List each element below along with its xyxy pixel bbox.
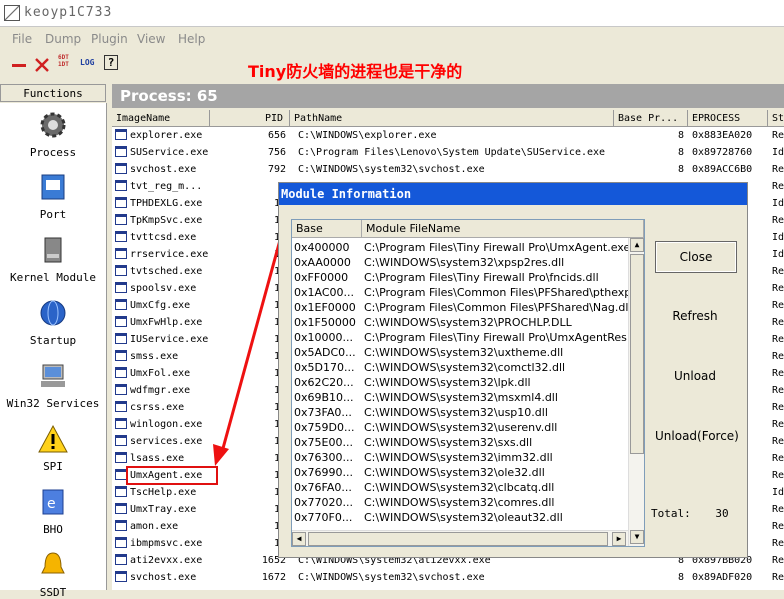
cell-module-filename: C:\WINDOWS\system32\clbcatq.dll	[364, 481, 555, 494]
cell-module-filename: C:\WINDOWS\system32\oleaut32.dll	[364, 511, 563, 524]
scroll-up-icon[interactable]: ▲	[630, 238, 644, 252]
cell-module-filename: C:\WINDOWS\system32\uxtheme.dll	[364, 346, 564, 359]
list-item[interactable]: 0x770F0... C:\WINDOWS\system32\oleaut32.d…	[292, 510, 628, 525]
cell-module-filename: C:\WINDOWS\system32\xpsp2res.dll	[364, 256, 565, 269]
cell-module-filename: C:\WINDOWS\system32\lpk.dll	[364, 376, 531, 389]
list-item[interactable]: 0x1AC00... C:\Program Files\Common Files\…	[292, 285, 628, 300]
list-item[interactable]: 0x1F50000 C:\WINDOWS\system32\PROCHLP.DLL	[292, 315, 628, 330]
cell-base: 0x400000	[294, 241, 350, 254]
dialog-title: Module Information	[279, 183, 747, 205]
list-item[interactable]: 0x400000 C:\Program Files\Tiny Firewall P…	[292, 240, 628, 255]
cell-module-filename: C:\Program Files\Common Files\PFShared\N…	[364, 301, 628, 314]
cell-module-filename: C:\Program Files\Common Files\PFShared\p…	[364, 286, 628, 299]
cell-base: 0x76990...	[294, 466, 353, 479]
cell-module-filename: C:\WINDOWS\system32\sxs.dll	[364, 436, 533, 449]
list-item[interactable]: 0x62C20... C:\WINDOWS\system32\lpk.dll	[292, 375, 628, 390]
vertical-scrollbar[interactable]: ▲ ▼	[628, 238, 644, 546]
cell-base: 0x759D0...	[294, 421, 355, 434]
cell-base: 0x76FA0...	[294, 481, 352, 494]
scroll-thumb[interactable]	[630, 254, 644, 454]
col-base[interactable]: Base	[292, 220, 362, 238]
close-button[interactable]: Close	[655, 241, 737, 273]
cell-module-filename: C:\WINDOWS\system32\usp10.dll	[364, 406, 548, 419]
cell-base: 0x1F50000	[294, 316, 356, 329]
cell-base: 0x69B10...	[294, 391, 354, 404]
list-item[interactable]: 0x69B10... C:\WINDOWS\system32\msxml4.dll	[292, 390, 628, 405]
list-item[interactable]: 0x76FA0... C:\WINDOWS\system32\clbcatq.dl…	[292, 480, 628, 495]
cell-base: 0x5ADC0...	[294, 346, 356, 359]
cell-base: 0x1AC00...	[294, 286, 355, 299]
refresh-button[interactable]: Refresh	[655, 301, 735, 331]
list-item[interactable]: 0x1EF0000 C:\Program Files\Common Files\P…	[292, 300, 628, 315]
list-item[interactable]: 0x5ADC0... C:\WINDOWS\system32\uxtheme.dl…	[292, 345, 628, 360]
cell-base: 0x770F0...	[294, 511, 353, 524]
unload-button[interactable]: Unload	[655, 361, 735, 391]
module-information-dialog: Module Information Base Module FileName …	[278, 182, 748, 558]
scroll-down-icon[interactable]: ▼	[630, 530, 644, 544]
module-list: Base Module FileName 0x400000 C:\Program …	[291, 219, 645, 547]
cell-base: 0x77020...	[294, 496, 353, 509]
cell-base: 0x1EF0000	[294, 301, 356, 314]
list-item[interactable]: 0x75E00... C:\WINDOWS\system32\sxs.dll	[292, 435, 628, 450]
cell-base: 0x73FA0...	[294, 406, 352, 419]
cell-base: 0xAA0000	[294, 256, 351, 269]
scroll-right-icon[interactable]: ▶	[612, 532, 626, 546]
list-item[interactable]: 0xFF0000 C:\Program Files\Tiny Firewall P…	[292, 270, 628, 285]
horizontal-scrollbar[interactable]: ◀ ▶	[292, 530, 628, 546]
cell-module-filename: C:\Program Files\Tiny Firewall Pro\UmxAg…	[364, 241, 628, 254]
list-item[interactable]: 0x10000... C:\Program Files\Tiny Firewall…	[292, 330, 628, 345]
list-item[interactable]: 0x76300... C:\WINDOWS\system32\imm32.dll	[292, 450, 628, 465]
cell-base: 0x10000...	[294, 331, 353, 344]
cell-module-filename: C:\WINDOWS\system32\PROCHLP.DLL	[364, 316, 572, 329]
cell-module-filename: C:\WINDOWS\system32\userenv.dll	[364, 421, 558, 434]
cell-module-filename: C:\WINDOWS\system32\ole32.dll	[364, 466, 545, 479]
cell-module-filename: C:\Program Files\Tiny Firewall Pro\UmxAg…	[364, 331, 627, 344]
unload-force-button[interactable]: Unload(Force)	[655, 421, 739, 451]
total-value: 30	[715, 507, 729, 520]
cell-base: 0x62C20...	[294, 376, 354, 389]
scroll-left-icon[interactable]: ◀	[292, 532, 306, 546]
cell-module-filename: C:\WINDOWS\system32\imm32.dll	[364, 451, 553, 464]
total-label: Total:	[651, 507, 691, 520]
list-item[interactable]: 0x77020... C:\WINDOWS\system32\comres.dll	[292, 495, 628, 510]
cell-module-filename: C:\Program Files\Tiny Firewall Pro\fncid…	[364, 271, 599, 284]
list-item[interactable]: 0x759D0... C:\WINDOWS\system32\userenv.dl…	[292, 420, 628, 435]
cell-module-filename: C:\WINDOWS\system32\msxml4.dll	[364, 391, 558, 404]
cell-base: 0x76300...	[294, 451, 353, 464]
cell-module-filename: C:\WINDOWS\system32\comres.dll	[364, 496, 555, 509]
list-item[interactable]: 0x76990... C:\WINDOWS\system32\ole32.dll	[292, 465, 628, 480]
module-list-header: Base Module FileName	[292, 220, 644, 238]
list-item[interactable]: 0x73FA0... C:\WINDOWS\system32\usp10.dll	[292, 405, 628, 420]
cell-module-filename: C:\WINDOWS\system32\comctl32.dll	[364, 361, 566, 374]
list-item[interactable]: 0x5D170... C:\WINDOWS\system32\comctl32.d…	[292, 360, 628, 375]
cell-base: 0x5D170...	[294, 361, 355, 374]
col-module-filename[interactable]: Module FileName	[362, 220, 644, 238]
cell-base: 0x75E00...	[294, 436, 353, 449]
list-item[interactable]: 0xAA0000 C:\WINDOWS\system32\xpsp2res.dll	[292, 255, 628, 270]
cell-base: 0xFF0000	[294, 271, 349, 284]
total-count: Total: 30	[651, 507, 729, 520]
hscroll-thumb[interactable]	[308, 532, 608, 546]
